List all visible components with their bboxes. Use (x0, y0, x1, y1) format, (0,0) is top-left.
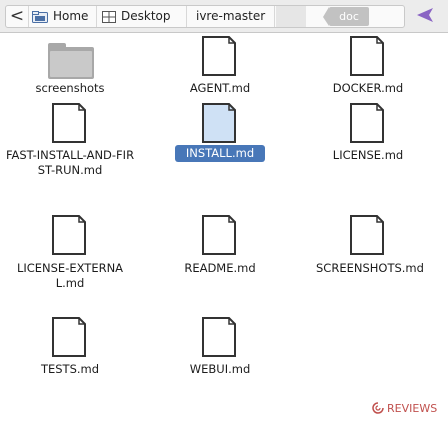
file-item-screenshots[interactable]: screenshots (0, 33, 140, 103)
file-item-fast-install[interactable]: FAST-INSTALL-AND-FIRST-RUN.md (0, 101, 140, 213)
file-item-license[interactable]: LICENSE.md (298, 101, 438, 171)
document-icon (52, 103, 86, 147)
breadcrumb-current[interactable]: doc (323, 7, 369, 26)
file-name: SCREENSHOTS.md (316, 261, 424, 275)
file-name-selected: INSTALL.md (175, 145, 265, 162)
breadcrumb-repo-label: ivre-master (196, 9, 266, 23)
document-icon (202, 103, 236, 147)
forward-button[interactable] (407, 6, 443, 27)
document-icon (52, 215, 86, 259)
file-name: TESTS.md (40, 362, 100, 376)
file-name: LICENSE.md (332, 148, 404, 162)
file-name: FAST-INSTALL-AND-FIRST-RUN.md (5, 148, 135, 177)
document-icon (350, 103, 384, 147)
file-item-install[interactable]: INSTALL.md (150, 101, 290, 171)
home-folder-icon (32, 9, 48, 27)
swirl-logo-icon (372, 402, 384, 417)
file-name: AGENT.md (189, 81, 251, 95)
file-item-readme[interactable]: README.md (150, 213, 290, 283)
file-item-screenshots-md[interactable]: SCREENSHOTS.md (298, 213, 448, 283)
breadcrumb-repo[interactable]: ivre-master (196, 6, 265, 27)
diamond-arrow-icon (417, 7, 433, 26)
file-item-agent[interactable]: AGENT.md (150, 33, 290, 103)
breadcrumb: < Home Desktop ivre-master doc (5, 5, 405, 28)
breadcrumb-home[interactable]: Home (32, 6, 88, 27)
folder-icon (48, 43, 94, 83)
document-icon (350, 215, 384, 259)
document-icon (202, 215, 236, 259)
document-icon (202, 317, 236, 361)
breadcrumb-home-label: Home (53, 9, 89, 23)
file-item-tests[interactable]: TESTS.md (0, 315, 140, 385)
file-name: README.md (184, 261, 256, 275)
document-icon (52, 317, 86, 361)
breadcrumb-desktop-label: Desktop (121, 9, 171, 23)
back-button[interactable]: < (6, 6, 28, 27)
breadcrumb-current-label: doc (339, 10, 359, 23)
watermark: REVIEWS (372, 402, 437, 417)
document-icon (350, 36, 384, 80)
breadcrumb-desktop[interactable]: Desktop (102, 6, 171, 27)
file-name: screenshots (35, 81, 105, 95)
file-grid: screenshots AGENT.md DOCKER.md FAST-INST… (0, 33, 448, 441)
file-item-license-external[interactable]: LICENSE-EXTERNAL.md (0, 213, 140, 303)
file-name: WEBUI.md (189, 362, 251, 376)
watermark-text: REVIEWS (387, 402, 438, 415)
file-name: LICENSE-EXTERNAL.md (16, 261, 124, 290)
document-icon (202, 36, 236, 80)
file-item-docker[interactable]: DOCKER.md (298, 33, 438, 103)
file-item-webui[interactable]: WEBUI.md (150, 315, 290, 385)
desktop-icon (102, 9, 116, 27)
file-name: DOCKER.md (332, 81, 404, 95)
path-bar: < Home Desktop ivre-master doc (0, 0, 448, 33)
